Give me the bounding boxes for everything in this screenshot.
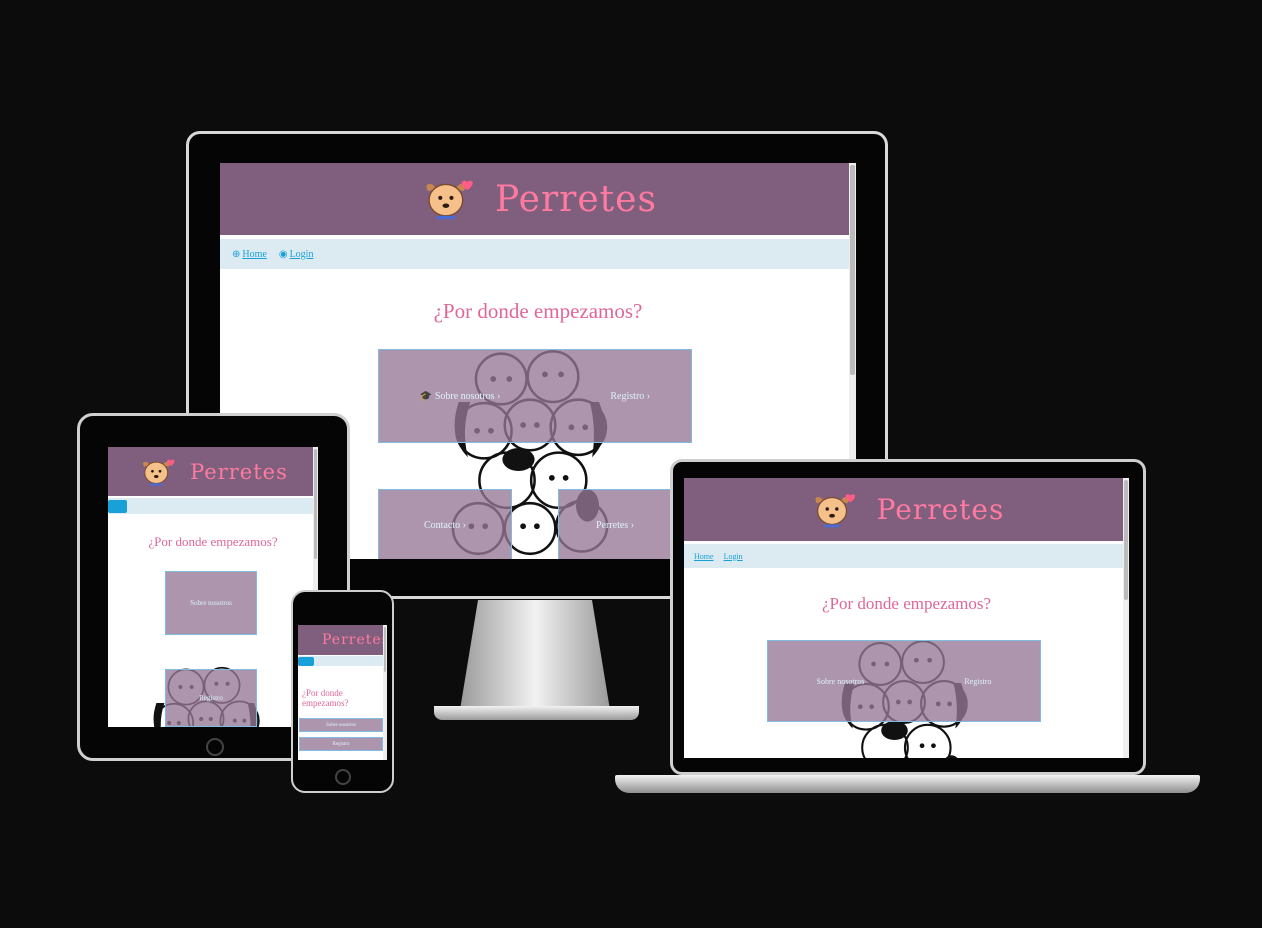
about-label: Sobre nosotros: [816, 676, 865, 686]
page-heading: ¿Por donde empezamos?: [148, 534, 278, 549]
register-tile[interactable]: Registro: [299, 737, 383, 751]
page-heading: ¿Por donde empezamos?: [822, 594, 991, 613]
register-label[interactable]: Registro: [610, 391, 644, 402]
page-heading: ¿Por donde empezamos?: [433, 299, 643, 323]
about-tile[interactable]: Sobre nosotros: [165, 571, 257, 635]
site-header: Perretes: [220, 163, 856, 235]
laptop-base: [615, 775, 1200, 793]
dog-logo-icon: [425, 180, 474, 220]
dog-logo-icon: [814, 493, 856, 528]
monitor-base: [434, 706, 639, 720]
hamburger-menu-button[interactable]: [108, 499, 127, 513]
laptop-screen: Perretes Home Login ¿Por donde empezamos…: [684, 478, 1129, 758]
tablet-home-button: [206, 738, 224, 756]
dogs-label: Perretes: [595, 519, 629, 531]
user-icon: ◉: [278, 248, 288, 260]
register-label[interactable]: Registro: [964, 677, 991, 686]
about-label: Sobre nosotros: [434, 390, 495, 402]
register-tile[interactable]: Registro: [165, 669, 257, 727]
home-icon: ⊕: [232, 248, 241, 260]
register-label: Registro: [199, 694, 223, 702]
brand-title: Perretes: [495, 178, 657, 220]
site-header: Perretes: [108, 447, 318, 496]
brand-title: Perretes: [190, 459, 288, 484]
nav-login-link[interactable]: Login: [724, 552, 743, 561]
register-label: Registro: [332, 741, 350, 747]
contact-tile[interactable]: Contacto ›: [378, 489, 512, 559]
scrollbar[interactable]: [383, 625, 387, 760]
tablet-screen: Perretes ¿Por donde empezamos? Sobre nos…: [108, 447, 318, 727]
monitor-stand: [460, 600, 610, 710]
nav-login-link[interactable]: Login: [290, 249, 314, 260]
about-tile[interactable]: 🎓 Sobre nosotros › Registro ›: [378, 349, 692, 443]
dogs-tile[interactable]: Perretes ›: [558, 489, 672, 559]
hamburger-menu-button[interactable]: [298, 656, 314, 666]
page-heading: ¿Por donde empezamos?: [302, 688, 349, 708]
nav-home-link[interactable]: Home: [242, 249, 266, 260]
about-label: Sobre nosotros: [190, 599, 232, 607]
phone-home-button: [335, 769, 351, 785]
about-tile[interactable]: Sobre nosotros: [299, 718, 383, 732]
nav-bar: [298, 656, 387, 666]
nav-home-link[interactable]: Home: [694, 552, 714, 561]
nav-bar: ⊕ Home ◉ Login: [220, 239, 856, 269]
phone-screen: Perretes ¿Por donde empezamos? Sobre nos…: [298, 625, 387, 760]
site-header: Perretes: [298, 625, 387, 655]
dog-logo-icon: [142, 458, 176, 486]
contact-label: Contacto: [424, 519, 461, 531]
nav-bar: [108, 498, 318, 514]
about-label: Sobre nosotros: [326, 722, 356, 728]
nav-bar: Home Login: [684, 544, 1129, 568]
brand-title: Perretes: [876, 493, 1005, 526]
scrollbar[interactable]: [1123, 478, 1129, 758]
about-tile[interactable]: Sobre nosotros Registro: [767, 640, 1041, 722]
site-header: Perretes: [684, 478, 1129, 541]
brand-title: Perretes: [322, 632, 387, 648]
graduation-icon: 🎓: [419, 390, 435, 402]
